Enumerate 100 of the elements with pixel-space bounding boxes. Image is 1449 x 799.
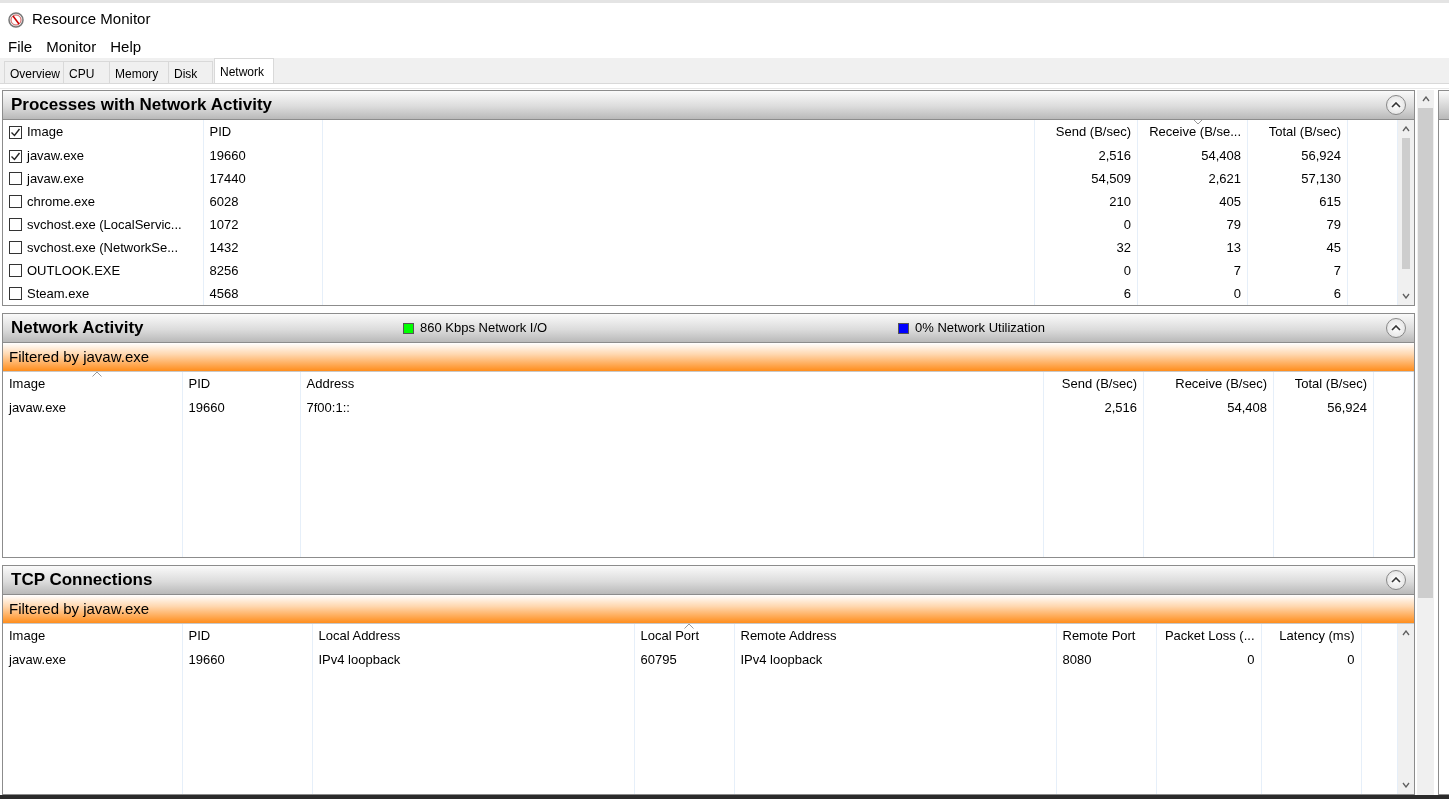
table-cell: 79 [1247,213,1348,236]
table-cell: IPv4 loopback [734,648,1056,671]
tab[interactable]: Disk [168,61,213,83]
table-cell: 32 [1034,236,1138,259]
scroll-up-icon[interactable] [1402,126,1410,132]
column-header[interactable]: Total (B/sec) [1273,372,1374,396]
tab[interactable]: Overview [4,61,64,83]
table-cell: svchost.exe (LocalServic... [27,216,182,232]
row-checkbox[interactable] [9,263,22,277]
app-icon [8,11,24,28]
chevron-up-icon[interactable] [1391,325,1401,331]
table-cell: 1072 [203,213,322,236]
row-checkbox[interactable] [9,149,22,163]
scrollbar-thumb[interactable] [1418,108,1433,598]
table-cell: 7f00:1:: [300,396,1044,419]
table-cell: 210 [1034,190,1138,213]
table-cell: javaw.exe [27,170,85,186]
row-checkbox[interactable] [9,171,22,185]
menu-item[interactable]: File [4,37,37,57]
table-cell: 615 [1247,190,1348,213]
column-header[interactable]: Image [3,624,182,648]
column-header[interactable]: Image [27,124,64,140]
scrollbar-thumb[interactable] [1402,138,1410,269]
table-cell: 1432 [203,236,322,259]
table-cell: 17440 [203,167,322,190]
table-cell: javaw.exe [3,648,182,671]
table-cell: 6 [1034,282,1138,305]
collapse-button[interactable] [1386,570,1406,590]
table-cell: Steam.exe [27,285,90,301]
column-header[interactable]: Receive (B/se... [1137,120,1248,144]
scrollbar[interactable] [1398,624,1414,794]
column-header[interactable]: Local Address [312,624,634,648]
row-checkbox[interactable] [9,217,22,231]
column-header[interactable]: Address [300,372,1044,396]
table-cell: 54,408 [1137,144,1248,167]
scroll-up-icon[interactable] [1402,630,1410,636]
table-cell: IPv4 loopback [312,648,634,671]
table-cell: 2,516 [1043,396,1144,419]
column-header[interactable]: Latency (ms) [1261,624,1361,648]
column-header[interactable]: Image [3,372,182,396]
legend-label: 0% Network Utilization [915,319,1046,338]
chevron-up-icon[interactable] [1391,577,1401,583]
column-header[interactable]: Remote Address [734,624,1056,648]
table-cell: 19660 [182,648,312,671]
filter-text: Filtered by javaw.exe [9,346,150,367]
table-cell: svchost.exe (NetworkSe... [27,239,178,255]
table-cell: javaw.exe [3,396,182,419]
column-header[interactable]: PID [182,372,300,396]
column-header[interactable]: Local Port [634,624,734,648]
table-cell: 0 [1034,259,1138,282]
table-cell: 13 [1137,236,1248,259]
table-cell: 2,516 [1034,144,1138,167]
table-cell: 56,924 [1273,396,1374,419]
table-cell: 4568 [203,282,322,305]
row-checkbox[interactable] [9,286,22,300]
scroll-up-icon[interactable] [1421,96,1430,102]
table-cell: 60795 [634,648,734,671]
table-cell: 19660 [182,396,300,419]
table-cell: 0 [1156,648,1261,671]
column-header[interactable]: Remote Port [1056,624,1156,648]
table-cell: 19660 [203,144,322,167]
column-header[interactable]: PID [203,120,322,144]
menu-item[interactable]: Monitor [42,37,101,57]
scrollbar[interactable] [1417,90,1434,795]
column-header[interactable]: Receive (B/sec) [1143,372,1274,396]
table-cell: 54,509 [1034,167,1138,190]
table-cell: 8080 [1056,648,1156,671]
column-header[interactable]: Send (B/sec) [1034,120,1138,144]
table-cell: javaw.exe [27,147,85,163]
column-header[interactable]: Send (B/sec) [1043,372,1144,396]
column-header[interactable]: Total (B/sec) [1247,120,1348,144]
table-cell: 54,408 [1143,396,1274,419]
tab[interactable]: Network [214,58,274,83]
scroll-down-icon[interactable] [1402,293,1410,299]
table-cell: 7 [1247,259,1348,282]
chevron-up-icon[interactable] [1391,102,1401,108]
collapse-button[interactable] [1386,95,1406,115]
menu-item[interactable]: Help [106,37,146,57]
section-title: Network Activity [11,317,145,340]
row-checkbox[interactable] [9,194,22,208]
scrollbar[interactable] [1398,120,1414,305]
select-all-checkbox[interactable] [9,126,22,140]
section-title: Processes with Network Activity [11,94,273,117]
table-cell: 45 [1247,236,1348,259]
collapse-button[interactable] [1386,318,1406,338]
table-cell: chrome.exe [27,193,95,209]
table-cell: 6 [1247,282,1348,305]
window-title: Resource Monitor [32,9,151,30]
table-cell: 79 [1137,213,1248,236]
section-title: TCP Connections [11,569,153,592]
tab[interactable]: Memory [109,61,169,83]
row-checkbox[interactable] [9,240,22,254]
column-header[interactable]: Packet Loss (... [1156,624,1261,648]
column-header[interactable]: PID [182,624,312,648]
scroll-down-icon[interactable] [1402,782,1410,788]
table-cell: 6028 [203,190,322,213]
table-cell: 405 [1137,190,1248,213]
table-cell: 56,924 [1247,144,1348,167]
table-cell: 7 [1137,259,1248,282]
table-cell: 0 [1034,213,1138,236]
